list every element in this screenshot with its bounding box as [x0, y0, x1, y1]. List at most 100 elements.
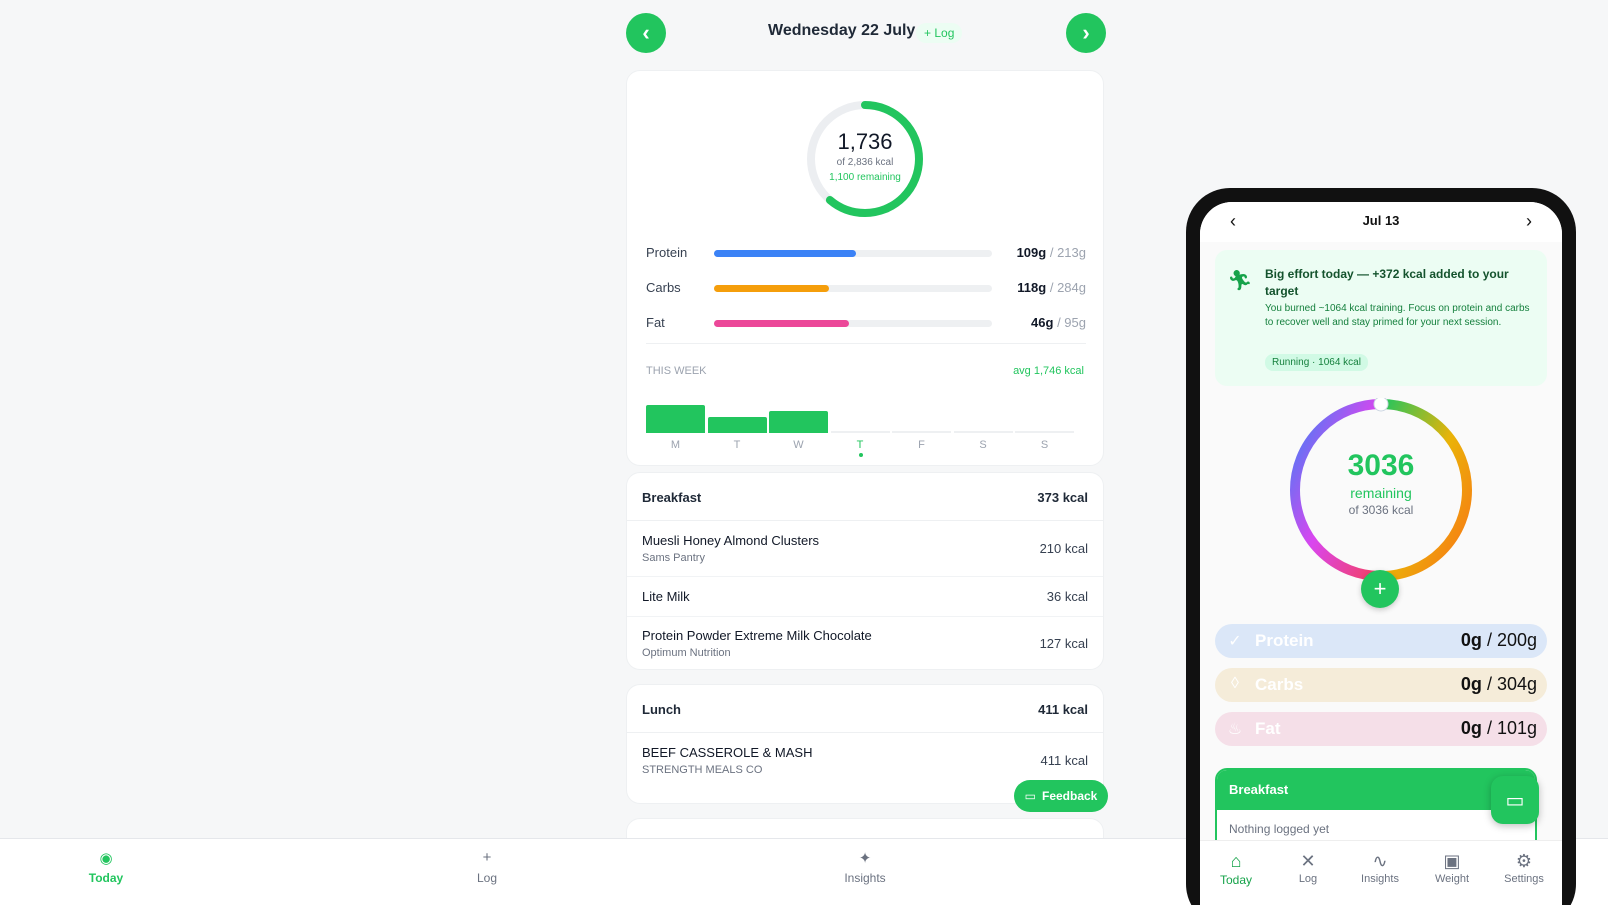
macro-value: 109g / 213g: [1016, 245, 1086, 260]
meal-kcal: 411 kcal: [1038, 702, 1088, 717]
phone-macro-fat: ♨ Fat 0g / 101g: [1215, 712, 1547, 746]
nav-label: Today: [88, 871, 124, 885]
phone-mockup: ‹ Jul 13 › 🏃︎ Big effort today — +372 kc…: [1186, 188, 1576, 905]
current-date: Wednesday 22 July: [768, 22, 916, 39]
week-day-label: S: [1040, 439, 1049, 451]
meal-title: Breakfast: [642, 490, 702, 505]
week-bar: [769, 410, 828, 433]
meal-title: Breakfast: [1229, 782, 1289, 797]
plus-icon: +: [482, 849, 492, 866]
item-name: BEEF CASSEROLE & MASH: [642, 745, 813, 760]
week-bar: [707, 416, 767, 433]
chevron-right-icon: ›: [1082, 20, 1090, 45]
meal-item[interactable]: Muesli Honey Almond Clusters Sams Pantry…: [627, 521, 1103, 577]
phone-bottom-navigation: ⌂ Today ✕ Log ∿ Insights ▣ Weight ⚙ Sett…: [1200, 840, 1562, 905]
target-kcal: of 2,836 kcal: [836, 157, 894, 168]
remaining-kcal: 1,100 remaining: [829, 172, 901, 183]
macro-row-fat: Fat 46g / 95g: [646, 313, 1086, 333]
banner-body: You burned ~1064 kcal training. Focus on…: [1265, 303, 1530, 328]
gear-icon: ⚙: [1515, 851, 1533, 871]
meal-item[interactable]: Protein Powder Extreme Milk Chocolate Op…: [627, 617, 1103, 671]
next-day-button[interactable]: ›: [1066, 13, 1106, 53]
sparkle-icon: ✦: [858, 850, 872, 867]
consumed-kcal: 1,736: [837, 129, 893, 154]
macro-value: 46g / 95g: [1031, 315, 1086, 330]
remaining-kcal: 3036: [1347, 449, 1415, 482]
meal-kcal: 373 kcal: [1037, 490, 1088, 505]
flame-icon: ♨: [1227, 721, 1243, 738]
meal-item[interactable]: Lite Milk 36 kcal: [627, 577, 1103, 617]
phone-nav-insights[interactable]: ∿ Insights: [1344, 851, 1416, 885]
week-day-column: T: [830, 393, 890, 457]
macro-progress-fill: [714, 250, 856, 257]
week-day-label: T: [733, 439, 741, 451]
feedback-button[interactable]: ▭ Feedback: [1014, 780, 1108, 812]
phone-macro-carbs: ◊ Carbs 0g / 304g: [1215, 668, 1547, 702]
remaining-ring-label: 3036 remaining of 3036 kcal: [1289, 449, 1473, 517]
meal-header[interactable]: Lunch 411 kcal: [627, 685, 1103, 733]
divider: [646, 343, 1086, 344]
activity-tag: Running · 1064 kcal: [1265, 354, 1368, 371]
item-kcal: 36 kcal: [1046, 589, 1088, 604]
empty-state: Nothing logged yet: [1229, 822, 1330, 836]
droplet-icon: ◊: [1231, 675, 1239, 692]
item-name: Lite Milk: [642, 589, 690, 604]
home-icon: ⌂: [1230, 851, 1242, 871]
macro-name: Fat: [1255, 719, 1281, 738]
phone-screen: ‹ Jul 13 › 🏃︎ Big effort today — +372 kc…: [1200, 202, 1562, 905]
item-name: Muesli Honey Almond Clusters: [642, 533, 820, 548]
nav-label: Log: [1298, 873, 1318, 885]
macro-progress-track: [714, 250, 992, 257]
week-day-column: T: [707, 393, 767, 457]
meal-card-breakfast[interactable]: Breakfast 373 kcal Muesli Honey Almond C…: [626, 472, 1104, 670]
log-chip[interactable]: + Log: [916, 23, 963, 43]
phone-nav-today[interactable]: ⌂ Today: [1200, 851, 1272, 887]
plus-icon: +: [1373, 576, 1387, 601]
chevron-left-icon: ‹: [642, 20, 650, 45]
item-name: Protein Powder Extreme Milk Chocolate: [642, 628, 872, 643]
calorie-ring-label: 1,736 of 2,836 kcal 1,100 remaining: [805, 129, 925, 183]
nav-label: Insights: [844, 871, 886, 885]
macro-name: Protein: [646, 245, 688, 260]
nav-label: Log: [476, 871, 498, 885]
macro-name: Carbs: [646, 280, 681, 295]
remaining-label: remaining: [1350, 485, 1412, 501]
week-day-label: W: [793, 439, 804, 451]
item-kcal: 127 kcal: [1039, 636, 1088, 651]
week-day-label: T: [856, 439, 864, 451]
chat-button[interactable]: ▭: [1491, 776, 1539, 824]
week-bar: [646, 405, 705, 433]
utensils-icon: ✕: [1300, 851, 1316, 871]
item-brand: Optimum Nutrition: [642, 647, 731, 659]
macro-progress-fill: [714, 285, 830, 292]
macro-value: 0g / 101g: [1460, 718, 1537, 738]
nav-insights[interactable]: ✦ Insights: [805, 849, 925, 885]
week-bar-baseline: [1015, 431, 1074, 433]
week-day-column: W: [769, 393, 828, 457]
macro-value: 0g / 304g: [1460, 674, 1537, 694]
phone-nav-log[interactable]: ✕ Log: [1272, 851, 1344, 885]
nav-today[interactable]: ◉ Today: [46, 849, 166, 885]
phone-nav-settings[interactable]: ⚙ Settings: [1488, 851, 1560, 885]
week-day-label: F: [918, 439, 925, 451]
week-day-label: M: [670, 439, 681, 451]
date-header: ‹ Wednesday 22 July + Log ›: [626, 12, 1106, 56]
phone-macro-protein: ✓ Protein 0g / 200g: [1215, 624, 1547, 658]
meal-header[interactable]: Breakfast 373 kcal: [627, 473, 1103, 521]
macro-progress-track: [714, 320, 992, 327]
macro-row-carbs: Carbs 118g / 284g: [646, 278, 1086, 298]
previous-day-button[interactable]: ‹: [626, 13, 666, 53]
training-banner: 🏃︎ Big effort today — +372 kcal added to…: [1215, 250, 1547, 386]
week-day-label: S: [979, 439, 987, 451]
nav-label: Insights: [1361, 873, 1399, 885]
phone-nav-weight[interactable]: ▣ Weight: [1416, 851, 1488, 885]
add-food-button[interactable]: +: [1361, 570, 1399, 608]
nav-log[interactable]: + Log: [427, 849, 547, 885]
meal-title: Lunch: [642, 702, 681, 717]
week-bar-baseline: [953, 431, 1013, 433]
item-brand: STRENGTH MEALS CO: [642, 764, 763, 776]
nav-label: Today: [1219, 873, 1253, 887]
macro-value: 0g / 200g: [1460, 630, 1537, 650]
chevron-right-icon[interactable]: ›: [1526, 211, 1532, 232]
check-badge-icon: ✓: [1228, 633, 1242, 650]
